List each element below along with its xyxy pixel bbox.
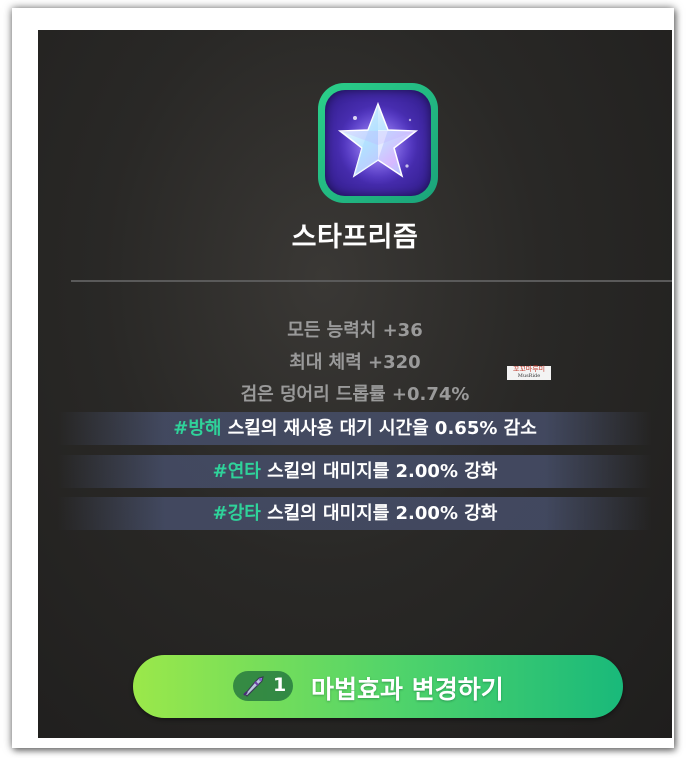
cost-badge: 1 [233, 671, 293, 701]
effect-tag: #방해 [173, 418, 222, 439]
star-prism-icon [325, 90, 431, 196]
divider [71, 280, 672, 282]
item-name: 스타프리즘 [291, 222, 419, 253]
button-label: 마법효과 변경하기 [311, 675, 504, 704]
cost-count: 1 [273, 674, 287, 696]
stat-line: 검은 덩어리 드롭률 +0.74% [240, 384, 470, 405]
enchant-scroll-icon [243, 676, 264, 697]
change-magic-effect-button[interactable]: 1 마법효과 변경하기 [133, 655, 623, 718]
magic-effect-row: #연타 스킬의 대미지를 2.00% 강화 [58, 455, 652, 488]
effect-text: 스킬의 대미지를 2.00% 강화 [260, 461, 498, 482]
stat-line: 모든 능력치 +36 [287, 320, 423, 341]
watermark-text: 꼬꼬마루미 [512, 365, 546, 373]
effect-text: 스킬의 재사용 대기 시간을 0.65% 감소 [221, 418, 537, 439]
screenshot-frame: 스타프리즘 모든 능력치 +36 최대 체력 +320 검은 덩어리 드롭률 +… [12, 8, 674, 748]
effect-text: 스킬의 대미지를 2.00% 강화 [260, 503, 498, 524]
effect-tag: #강타 [212, 503, 261, 524]
stat-line: 최대 체력 +320 [289, 352, 421, 373]
magic-effect-row: #방해 스킬의 재사용 대기 시간을 0.65% 감소 [58, 412, 652, 445]
effect-tag: #연타 [212, 461, 261, 482]
watermark-sub: MusRide [517, 373, 541, 379]
magic-effect-row: #강타 스킬의 대미지를 2.00% 강화 [58, 497, 652, 530]
item-icon-frame [318, 83, 438, 203]
item-detail-panel: 스타프리즘 모든 능력치 +36 최대 체력 +320 검은 덩어리 드롭률 +… [38, 30, 672, 738]
watermark-stamp: 꼬꼬마루미 MusRide [507, 366, 551, 380]
